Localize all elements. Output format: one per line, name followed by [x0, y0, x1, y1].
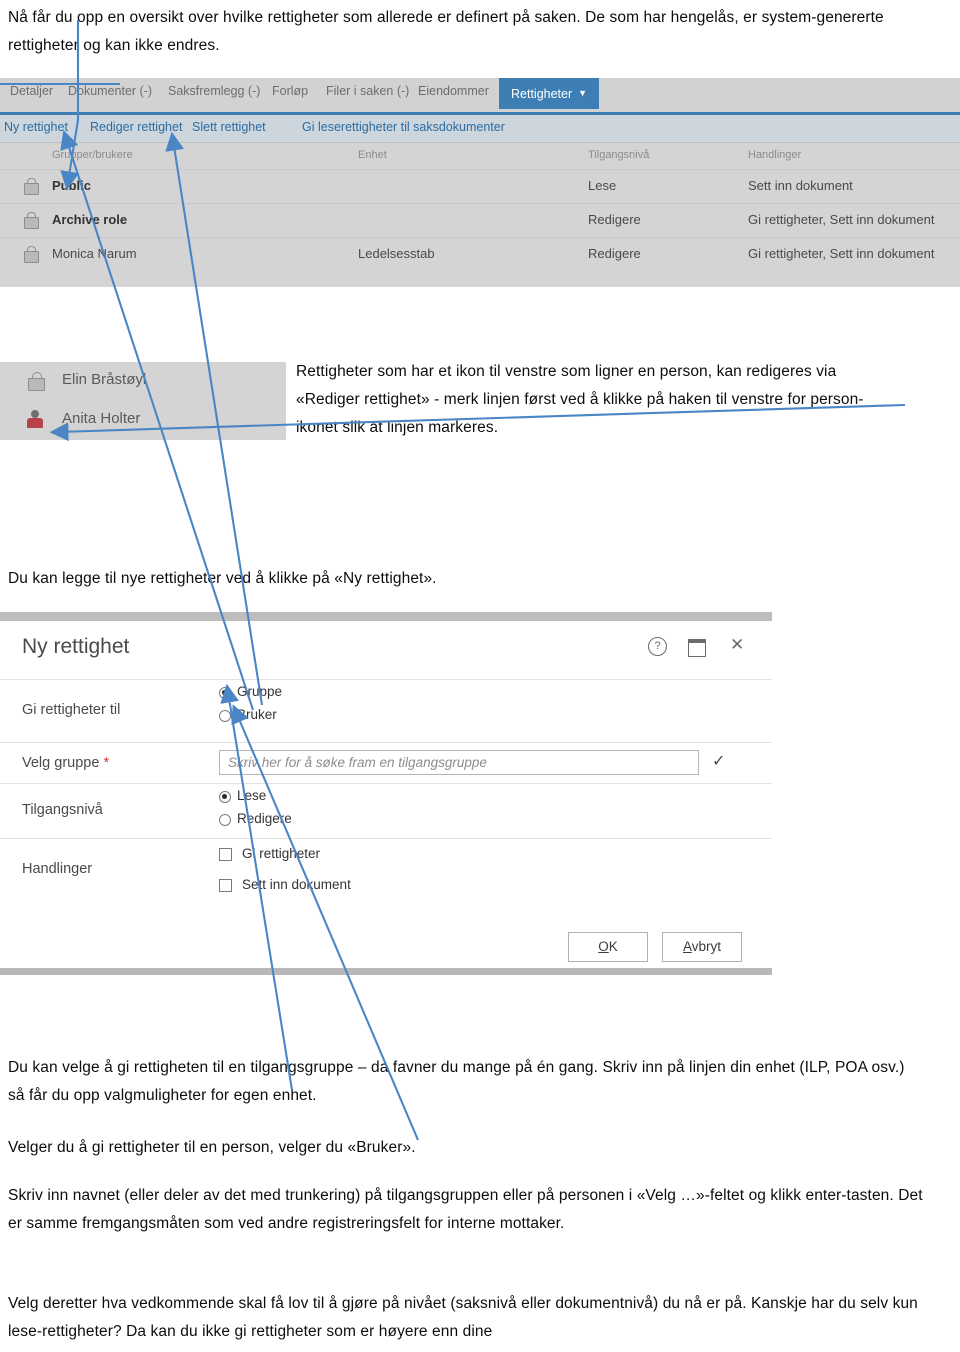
dialog-bottom-bar [0, 968, 772, 975]
tab-bar: Detaljer Dokumenter (-) Saksfremlegg (-)… [0, 78, 960, 115]
ok-button-accesskey: O [598, 939, 609, 954]
radio-label-redigere: Redigere [237, 811, 292, 826]
tab-eiendommer[interactable]: Eiendommer [418, 84, 489, 98]
close-icon[interactable]: ✕ [730, 636, 744, 653]
tab-filer-i-saken[interactable]: Filer i saken (-) [326, 84, 409, 98]
lock-icon [24, 212, 39, 229]
label-velg-gruppe-text: Velg gruppe [22, 755, 100, 771]
label-gi-rettigheter-til: Gi rettigheter til [22, 702, 121, 718]
radio-bruker[interactable] [219, 710, 231, 722]
tab-forlop[interactable]: Forløp [272, 84, 308, 98]
field-row-velg-gruppe: Velg gruppe * Skriv her for å søke fram … [0, 742, 772, 783]
dialog-title: Ny rettighet [22, 635, 130, 658]
screenshot-rights-overview: Detaljer Dokumenter (-) Saksfremlegg (-)… [0, 78, 960, 287]
field-row-tilgangsniva: Tilgangsnivå Lese Redigere [0, 783, 772, 838]
dialog-top-bar [0, 612, 772, 621]
tab-rettigheter-label: Rettigheter [511, 87, 573, 101]
cancel-button-accesskey: A [682, 939, 692, 954]
document-page: Nå får du opp en oversikt over hvilke re… [0, 0, 960, 1352]
label-tilgangsniva: Tilgangsnivå [22, 802, 103, 818]
column-header-handlinger: Handlinger [748, 149, 802, 161]
radio-redigere[interactable] [219, 814, 231, 826]
search-input-placeholder: Skriv her for å søke fram en tilgangsgru… [228, 755, 487, 770]
tab-dokumenter[interactable]: Dokumenter (-) [68, 84, 152, 98]
ok-button-rest: K [608, 939, 618, 954]
person-icon [27, 410, 43, 428]
field-row-gi-rettigheter-til: Gi rettigheter til Gruppe Bruker [0, 679, 772, 742]
cell-name: Archive role [52, 212, 128, 227]
table-row[interactable]: Public Lese Sett inn dokument [0, 169, 960, 203]
screenshot-person-rows: Elin Bråstøyl Anita Holter [0, 362, 286, 440]
toolbar-rediger-rettighet[interactable]: Rediger rettighet [90, 120, 182, 134]
cancel-button[interactable]: Avbryt [662, 932, 742, 962]
radio-label-bruker: Bruker [237, 707, 277, 722]
level-paragraph: Velg deretter hva vedkommende skal få lo… [8, 1295, 918, 1340]
label-handlinger: Handlinger [22, 861, 93, 877]
cell-handlinger: Gi rettigheter, Sett inn dokument [748, 212, 935, 227]
cell-handlinger: Gi rettigheter, Sett inn dokument [748, 246, 935, 261]
column-header-tilgangsniva: Tilgangsnivå [588, 149, 650, 161]
cell-name: Monica Narum [52, 246, 137, 261]
chevron-down-icon: ▼ [578, 88, 588, 98]
radio-label-lese: Lese [237, 788, 267, 803]
toolbar-gi-leserettigheter[interactable]: Gi leserettigheter til saksdokumenter [302, 120, 505, 134]
ok-button[interactable]: OK [568, 932, 648, 962]
lock-icon [28, 372, 45, 391]
list-item[interactable]: Elin Bråstøyl [0, 362, 286, 401]
confirm-check-icon[interactable]: ✓ [712, 751, 725, 771]
tab-saksfremlegg[interactable]: Saksfremlegg (-) [168, 84, 260, 98]
cell-enhet: Ledelsesstab [358, 246, 435, 261]
checkbox-label-sett-inn-dokument: Sett inn dokument [242, 877, 351, 892]
tab-detaljer[interactable]: Detaljer [10, 84, 53, 98]
search-input[interactable]: Skriv her for å søke fram en tilgangsgru… [219, 750, 699, 775]
person-name: Elin Bråstøyl [62, 371, 147, 388]
rights-toolbar: Ny rettighet Rediger rettighet Slett ret… [0, 115, 960, 143]
required-marker: * [103, 755, 110, 771]
intro-paragraph: Nå får du opp en oversikt over hvilke re… [8, 9, 884, 54]
person-name: Anita Holter [62, 410, 141, 427]
cancel-button-rest: vbryt [691, 939, 722, 954]
new-right-paragraph: Du kan legge til nye rettigheter ved å k… [8, 570, 437, 587]
user-paragraph: Velger du å gi rettigheter til en person… [8, 1139, 416, 1156]
list-item[interactable]: Anita Holter [0, 401, 286, 440]
checkbox-label-gi-rettigheter: Gi rettigheter [242, 846, 321, 861]
checkbox-gi-rettigheter[interactable] [219, 848, 232, 861]
column-header-enhet: Enhet [358, 149, 387, 161]
help-icon[interactable]: ? [648, 637, 667, 656]
person-icon-paragraph: Rettigheter som har et ikon til venstre … [296, 363, 864, 436]
cell-tilgangsniva: Redigere [588, 212, 641, 227]
radio-lese[interactable] [219, 791, 231, 803]
dialog-header: Ny rettighet ? ✕ [0, 621, 772, 679]
checkbox-sett-inn-dokument[interactable] [219, 879, 232, 892]
column-header-grupper-brukere: Grupper/brukere [52, 149, 133, 161]
tab-rettigheter[interactable]: Rettigheter ▼ [499, 78, 600, 109]
maximize-icon[interactable] [688, 639, 706, 657]
radio-label-gruppe: Gruppe [237, 684, 283, 699]
cell-tilgangsniva: Lese [588, 178, 617, 193]
table-row[interactable]: Monica Narum Ledelsesstab Redigere Gi re… [0, 237, 960, 271]
typename-paragraph: Skriv inn navnet (eller deler av det med… [8, 1187, 923, 1232]
table-row[interactable]: Archive role Redigere Gi rettigheter, Se… [0, 203, 960, 237]
toolbar-ny-rettighet[interactable]: Ny rettighet [4, 120, 68, 134]
rights-table: Grupper/brukere Enhet Tilgangsnivå Handl… [0, 143, 960, 287]
label-velg-gruppe: Velg gruppe * [22, 755, 109, 771]
field-row-handlinger: Handlinger Gi rettigheter Sett inn dokum… [0, 838, 772, 899]
screenshot-ny-rettighet-dialog: Ny rettighet ? ✕ Gi rettigheter til Grup… [0, 612, 772, 982]
cell-tilgangsniva: Redigere [588, 246, 641, 261]
group-paragraph: Du kan velge å gi rettigheten til en til… [8, 1059, 905, 1104]
radio-gruppe[interactable] [219, 687, 231, 699]
lock-icon [24, 246, 39, 263]
cell-name: Public [52, 178, 92, 193]
lock-icon [24, 178, 39, 195]
toolbar-slett-rettighet[interactable]: Slett rettighet [192, 120, 266, 134]
cell-handlinger: Sett inn dokument [748, 178, 853, 193]
table-header-row: Grupper/brukere Enhet Tilgangsnivå Handl… [0, 143, 960, 169]
